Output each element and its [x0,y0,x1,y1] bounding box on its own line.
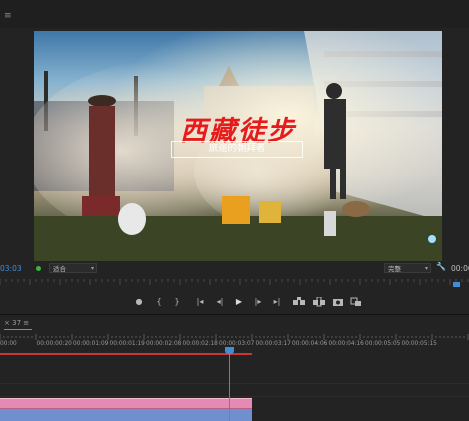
go-to-in-button[interactable]: |◂ [194,296,206,308]
ruler-label: 00:00 [0,341,17,347]
resolution-label: 完整 [388,265,401,273]
transport-controls: ● { } |◂ ◂| ▶ |▸ ▸| [130,296,370,310]
ruler-label: 00:00:05:05 [365,341,401,347]
panel-menu-icon[interactable]: ≡ [4,12,12,21]
track-divider [0,396,469,397]
video-subtitle-text: 旅途的朝拜者 [208,143,266,154]
chevron-down-icon: ▾ [424,265,428,272]
ruler-label: 00:00:01:19 [109,341,145,347]
playhead-line[interactable] [229,349,230,421]
sequence-tab[interactable]: × 37 ≡ [4,319,29,327]
playback-resolution-select[interactable]: 完整 ▾ [384,263,431,273]
insert-icon[interactable] [292,297,306,307]
playhead-handle[interactable] [225,347,234,354]
ruler-label: 00:00:02:18 [182,341,218,347]
zoom-fit-select[interactable]: 适合 ▾ [49,263,97,273]
playhead-timecode[interactable]: 03:03 [0,264,22,273]
overwrite-icon[interactable] [312,297,326,307]
wrench-icon[interactable]: 🔧 [436,262,446,271]
mini-playhead[interactable] [453,282,460,287]
top-panel-bar [0,0,469,28]
status-dot-icon [36,266,41,271]
step-forward-button[interactable]: |▸ [252,296,264,308]
ruler-label: 00:00:04:16 [328,341,364,347]
audio-clip[interactable] [0,409,252,421]
play-button[interactable]: ▶ [233,296,245,308]
render-bar [0,353,252,355]
mark-in-button[interactable]: { [154,296,164,308]
monitor-mini-ruler[interactable] [0,276,469,290]
program-monitor-video: 西藏徒步 旅途的朝拜者 [34,31,442,261]
duration-timecode: 00:00 [451,264,469,273]
chevron-down-icon: ▾ [90,265,94,272]
mark-out-button[interactable]: } [172,296,182,308]
track-divider [0,383,469,384]
camera-icon[interactable] [332,297,344,307]
video-clip[interactable] [0,398,252,409]
ruler-label: 00:00:05:15 [401,341,437,347]
add-marker-button[interactable]: ● [134,296,144,308]
go-to-out-button[interactable]: ▸| [271,296,283,308]
sequence-tab-label: 37 ≡ [12,319,30,327]
ruler-label: 00:00:03:17 [255,341,291,347]
ruler-label: 00:00:01:09 [73,341,109,347]
ruler-label: 00:00:02:08 [146,341,182,347]
zoom-fit-label: 适合 [53,265,66,273]
compare-view-icon[interactable] [350,297,362,307]
ruler-label: 00:00:00:20 [36,341,72,347]
step-back-button[interactable]: ◂| [214,296,226,308]
tab-underline [4,329,32,330]
ruler-label: 00:00:04:06 [292,341,328,347]
panel-divider [0,314,469,315]
close-icon[interactable]: × [4,319,10,327]
